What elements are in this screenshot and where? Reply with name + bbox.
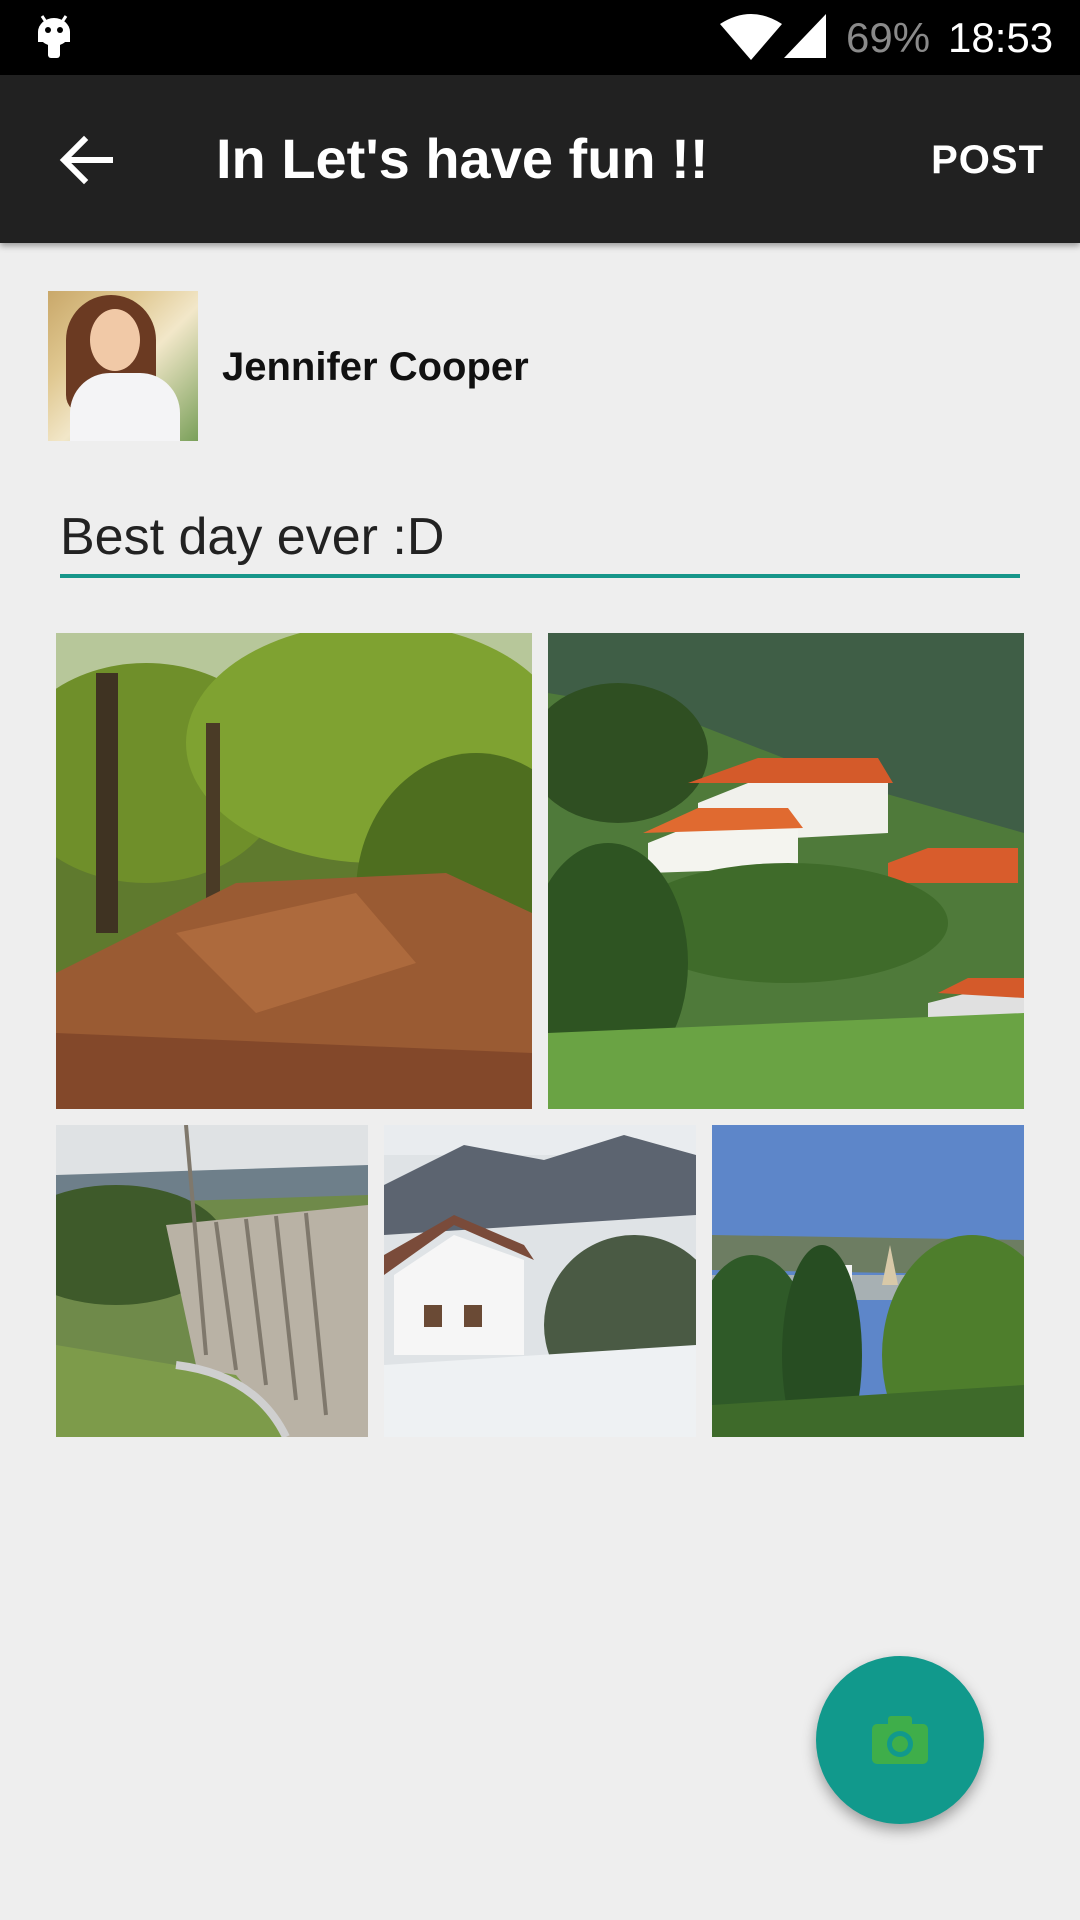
battery-percentage: 69% [846,14,931,61]
avatar [48,291,198,441]
dam-image [56,1125,368,1437]
clock: 18:53 [948,14,1054,61]
snowy-village-image [384,1125,696,1437]
author-name: Jennifer Cooper [222,345,529,389]
camera-fab[interactable] [816,1656,984,1824]
arrow-back-icon[interactable] [52,125,122,195]
status-bar: 69% 18:53 [0,0,1080,75]
signal-icon [784,14,826,58]
author-row: Jennifer Cooper [48,291,948,441]
camera-icon [872,1716,928,1764]
page-title: In Let's have fun !! [216,127,709,190]
town-blue-sky-image [712,1125,1024,1437]
android-icon [38,15,70,58]
photo-thumbnail[interactable] [56,1125,368,1437]
photo-thumbnail[interactable] [384,1125,696,1437]
hillside-houses-image [548,633,1024,1109]
message-input[interactable] [60,500,1020,578]
photo-thumbnail[interactable] [56,633,532,1109]
post-button[interactable]: POST [931,135,1044,185]
wifi-icon [720,14,782,60]
forest-path-image [56,633,532,1109]
photo-thumbnail[interactable] [548,633,1024,1109]
photo-thumbnail[interactable] [712,1125,1024,1437]
app-bar: In Let's have fun !! POST [0,75,1080,243]
